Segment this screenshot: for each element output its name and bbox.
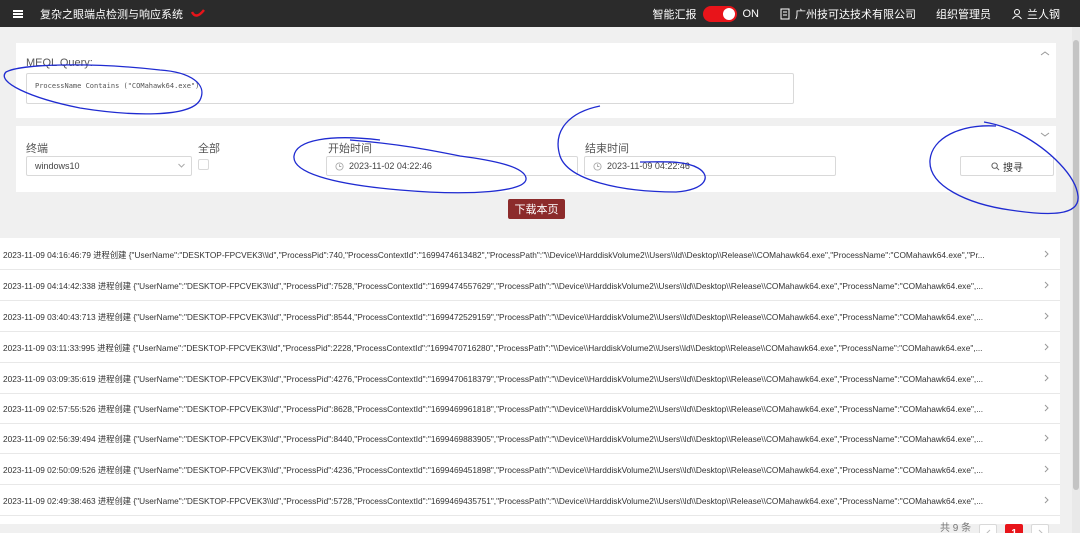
all-label: 全部 (198, 143, 220, 155)
scrollbar-thumb[interactable] (1073, 40, 1079, 490)
smart-report-label: 智能汇报 (652, 8, 697, 21)
user-menu[interactable]: 兰人钢 (1011, 6, 1060, 22)
company-menu[interactable]: 广州技可达技术有限公司 (779, 6, 916, 22)
top-bar: 复杂之眼端点检测与响应系统 智能汇报 ON 广州技可达技术有限公司 组织管理员 … (0, 0, 1080, 27)
list-item[interactable]: 2023-11-09 02:57:55:526 进程创建 {"UserName"… (0, 394, 1060, 424)
logo-icon (191, 8, 205, 17)
next-page-button[interactable] (1031, 524, 1050, 533)
search-button[interactable]: 搜寻 (960, 156, 1054, 176)
prev-page-button[interactable] (979, 524, 998, 533)
total-count: 共 9 条 (940, 523, 972, 533)
row-text: 2023-11-09 03:40:43:713 进程创建 {"UserName"… (3, 312, 984, 322)
start-time-input[interactable]: 2023-11-02 04:22:46 (326, 156, 578, 176)
end-time-label: 结束时间 (585, 143, 629, 155)
row-text: 2023-11-09 04:14:42:338 进程创建 {"UserName"… (3, 281, 984, 291)
chevron-up-icon[interactable] (1040, 49, 1050, 59)
list-item[interactable]: 2023-11-09 02:49:38:463 进程创建 {"UserName"… (0, 486, 1060, 516)
terminal-select[interactable]: windows10 (26, 156, 192, 176)
chevron-down-icon (178, 163, 185, 168)
terminal-value: windows10 (35, 161, 80, 171)
chevron-right-icon (1044, 374, 1049, 382)
clock-icon (335, 161, 344, 171)
row-text: 2023-11-09 02:50:09:526 进程创建 {"UserName"… (3, 465, 984, 475)
download-page-button[interactable]: 下载本页 (508, 199, 565, 219)
row-text: 2023-11-09 02:57:55:526 进程创建 {"UserName"… (3, 404, 984, 414)
mql-query-label: MEQL Query: (26, 57, 93, 69)
app-title: 复杂之眼端点检测与响应系统 (40, 8, 183, 21)
chevron-right-icon (1044, 343, 1049, 351)
list-item[interactable]: 2023-11-09 02:56:39:494 进程创建 {"UserName"… (0, 424, 1060, 454)
clock-icon (593, 161, 602, 171)
row-text: 2023-11-09 03:09:35:619 进程创建 {"UserName"… (3, 374, 984, 384)
search-button-label: 搜寻 (1003, 162, 1023, 174)
user-name: 兰人钢 (1027, 8, 1060, 21)
building-icon (780, 8, 790, 19)
page-button-current[interactable]: 1 (1005, 524, 1024, 533)
filter-panel: 终端 windows10 全部 开始时间 2023-11-02 04:22:46… (16, 126, 1056, 192)
list-item[interactable]: 2023-11-09 03:09:35:619 进程创建 {"UserName"… (0, 364, 1060, 394)
list-item[interactable]: 2023-11-09 03:11:33:995 进程创建 {"UserName"… (0, 333, 1060, 363)
menu-icon[interactable] (0, 0, 36, 27)
list-item[interactable]: 2023-11-09 03:40:43:713 进程创建 {"UserName"… (0, 302, 1060, 332)
list-item[interactable]: 2023-11-09 04:16:46:79 进程创建 {"UserName":… (0, 240, 1060, 270)
query-panel: MEQL Query: ProcessName Contains ("COMah… (16, 43, 1056, 118)
row-text: 2023-11-09 04:16:46:79 进程创建 {"UserName":… (3, 250, 985, 260)
chevron-right-icon (1044, 496, 1049, 504)
toggle-state-label: ON (742, 7, 760, 20)
pagination: 共 9 条 1 (940, 520, 1050, 533)
start-time-label: 开始时间 (328, 143, 372, 155)
list-item[interactable]: 2023-11-09 04:14:42:338 进程创建 {"UserName"… (0, 271, 1060, 301)
row-text: 2023-11-09 02:49:38:463 进程创建 {"UserName"… (3, 496, 984, 506)
mql-query-input[interactable]: ProcessName Contains ("COMahawk64.exe") (26, 73, 794, 104)
row-text: 2023-11-09 02:56:39:494 进程创建 {"UserName"… (3, 434, 984, 444)
chevron-right-icon (1044, 281, 1049, 289)
chevron-left-icon (985, 529, 990, 533)
chevron-right-icon (1044, 250, 1049, 258)
chevron-right-icon (1044, 434, 1049, 442)
chevron-right-icon (1044, 465, 1049, 473)
results-list: 2023-11-09 04:16:46:79 进程创建 {"UserName":… (0, 238, 1060, 524)
company-name: 广州技可达技术有限公司 (795, 8, 916, 21)
all-checkbox[interactable] (198, 159, 209, 170)
role-label[interactable]: 组织管理员 (936, 6, 991, 22)
end-time-input[interactable]: 2023-11-09 04:22:46 (584, 156, 836, 176)
chevron-right-icon (1044, 404, 1049, 412)
chevron-down-icon[interactable] (1040, 129, 1050, 139)
list-item[interactable]: 2023-11-09 02:50:09:526 进程创建 {"UserName"… (0, 455, 1060, 485)
chevron-right-icon (1044, 312, 1049, 320)
row-text: 2023-11-09 03:11:33:995 进程创建 {"UserName"… (3, 343, 983, 353)
end-time-value: 2023-11-09 04:22:46 (607, 161, 690, 171)
search-icon (991, 161, 1000, 170)
start-time-value: 2023-11-02 04:22:46 (349, 161, 432, 171)
user-icon (1012, 8, 1022, 19)
terminal-label: 终端 (26, 143, 48, 155)
chevron-right-icon (1038, 529, 1043, 533)
smart-report-toggle[interactable] (702, 5, 737, 22)
